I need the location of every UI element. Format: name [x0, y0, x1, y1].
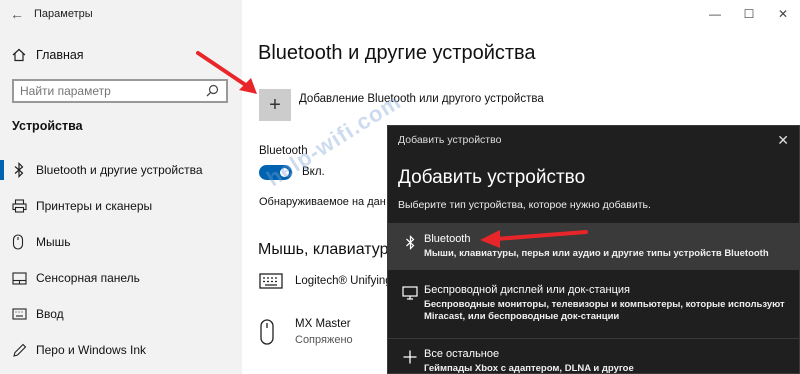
plus-icon: +: [269, 93, 281, 116]
option-wireless-display[interactable]: Беспроводной дисплей или док-станция Бес…: [388, 284, 799, 332]
device-item[interactable]: Logitech® Unifying: [259, 272, 392, 290]
sidebar-item-printers[interactable]: Принтеры и сканеры: [0, 188, 242, 224]
app-title: Параметры: [34, 8, 93, 20]
pen-icon: [12, 343, 36, 358]
annotation-arrow: [480, 230, 588, 248]
maximize-icon: ☐: [743, 7, 755, 21]
maximize-button[interactable]: ☐: [732, 0, 766, 28]
device-group-title: Мышь, клавиатура: [258, 241, 398, 258]
search-input[interactable]: [20, 84, 206, 98]
option-description: Беспроводные мониторы, телевизоры и комп…: [424, 299, 785, 322]
close-button[interactable]: ✕: [766, 0, 800, 28]
sidebar-item-pen[interactable]: Перо и Windows Ink: [0, 332, 242, 368]
close-icon: ✕: [777, 131, 789, 148]
dialog-title: Добавить устройство: [398, 134, 502, 146]
sidebar-item-label: Bluetooth и другие устройства: [36, 163, 203, 177]
mouse-icon: [259, 319, 295, 345]
device-item[interactable]: MX Master Сопряжено: [259, 318, 353, 346]
add-device-label[interactable]: Добавление Bluetooth или другого устройс…: [299, 93, 544, 105]
annotation-arrow: [196, 51, 257, 94]
sidebar-item-label: Принтеры и сканеры: [36, 199, 153, 213]
sidebar-item-touchpad[interactable]: Сенсорная панель: [0, 260, 242, 296]
sidebar-item-label: Ввод: [36, 307, 64, 321]
sidebar-item-mouse[interactable]: Мышь: [0, 224, 242, 260]
bluetooth-icon: [396, 233, 424, 269]
device-status: Сопряжено: [295, 334, 353, 346]
back-arrow-icon: ←: [10, 6, 24, 22]
keyboard-icon: [259, 272, 295, 290]
display-icon: [396, 284, 424, 332]
dialog-title-bar: Добавить устройство ✕: [388, 126, 799, 154]
touchpad-icon: [12, 271, 36, 285]
sidebar-item-label: Мышь: [36, 235, 71, 249]
minimize-icon: —: [709, 7, 721, 21]
minimize-button[interactable]: —: [698, 0, 732, 28]
home-icon: [12, 48, 36, 62]
device-name: MX Master: [295, 318, 351, 330]
discoverable-text: Обнаруживаемое на дан: [259, 196, 386, 208]
add-device-dialog: Добавить устройство ✕ Добавить устройств…: [387, 125, 800, 374]
sidebar-item-label: Перо и Windows Ink: [36, 343, 147, 357]
sidebar-item-label: Сенсорная панель: [36, 271, 140, 285]
printer-icon: [12, 199, 36, 213]
option-description: Геймпады Xbox с адаптером, DLNA и другое: [424, 363, 634, 374]
plus-icon: [396, 348, 424, 374]
dialog-heading: Добавить устройство: [398, 167, 586, 188]
option-bluetooth[interactable]: Bluetooth Мыши, клавиатуры, перья или ау…: [388, 223, 799, 269]
window-controls: — ☐ ✕: [698, 0, 800, 28]
dialog-close-button[interactable]: ✕: [777, 132, 789, 149]
divider: [388, 338, 799, 339]
title-bar: ← Параметры: [0, 0, 242, 28]
divider: [388, 269, 799, 270]
back-button[interactable]: ←: [0, 0, 34, 28]
sidebar-item-typing[interactable]: Ввод: [0, 296, 242, 332]
option-everything-else[interactable]: Все остальное Геймпады Xbox с адаптером,…: [388, 348, 799, 374]
device-name: Logitech® Unifying: [295, 275, 392, 287]
option-description: Мыши, клавиатуры, перья или аудио и друг…: [424, 248, 769, 259]
bluetooth-icon: [12, 162, 36, 178]
sidebar-item-bluetooth[interactable]: Bluetooth и другие устройства: [0, 152, 242, 188]
sidebar-item-label: Главная: [36, 48, 84, 62]
dialog-subtitle: Выберите тип устройства, которое нужно д…: [398, 199, 651, 211]
option-title: Беспроводной дисплей или док-станция: [424, 284, 630, 296]
sidebar-section-title: Устройства: [12, 119, 83, 133]
option-title: Bluetooth: [424, 233, 471, 245]
close-icon: ✕: [777, 7, 789, 21]
mouse-icon: [12, 234, 36, 250]
option-title: Все остальное: [424, 348, 500, 360]
page-title: Bluetooth и другие устройства: [258, 42, 536, 64]
keyboard-icon: [12, 308, 36, 320]
